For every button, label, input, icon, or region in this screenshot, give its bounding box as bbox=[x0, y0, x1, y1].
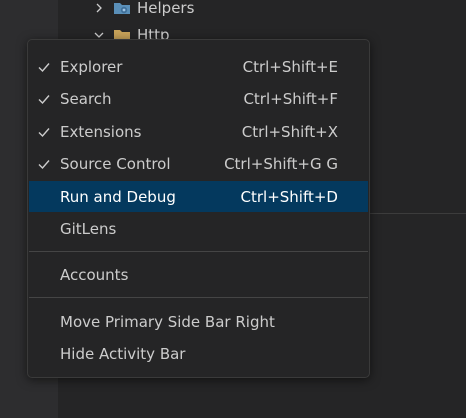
menu-item-label: Source Control bbox=[60, 154, 171, 173]
menu-item-label: Accounts bbox=[60, 265, 129, 284]
menu-item-accounts[interactable]: Accounts bbox=[29, 259, 368, 290]
menu-item-label: Move Primary Side Bar Right bbox=[60, 312, 275, 331]
menu-item-search[interactable]: Search Ctrl+Shift+F bbox=[29, 83, 368, 114]
menu-item-label: Hide Activity Bar bbox=[60, 344, 186, 363]
menu-item-shortcut: Ctrl+Shift+F bbox=[243, 89, 338, 108]
menu-item-gitlens[interactable]: GitLens bbox=[29, 213, 368, 244]
check-icon bbox=[36, 91, 52, 107]
menu-separator bbox=[29, 297, 368, 298]
menu-item-label: Search bbox=[60, 89, 112, 108]
gear-folder-icon bbox=[113, 0, 131, 16]
menu-item-label: Run and Debug bbox=[60, 187, 176, 206]
menu-item-label: Extensions bbox=[60, 122, 142, 141]
menu-item-label: Explorer bbox=[60, 57, 123, 76]
menu-item-run-and-debug[interactable]: Run and Debug Ctrl+Shift+D bbox=[29, 181, 368, 212]
menu-item-source-control[interactable]: Source Control Ctrl+Shift+G G bbox=[29, 148, 368, 179]
check-icon bbox=[36, 124, 52, 140]
menu-item-move-primary-side-bar-right[interactable]: Move Primary Side Bar Right bbox=[29, 306, 368, 337]
menu-item-extensions[interactable]: Extensions Ctrl+Shift+X bbox=[29, 116, 368, 147]
check-icon bbox=[36, 59, 52, 75]
menu-item-shortcut: Ctrl+Shift+D bbox=[240, 187, 338, 206]
menu-separator bbox=[29, 251, 368, 252]
menu-item-explorer[interactable]: Explorer Ctrl+Shift+E bbox=[29, 51, 368, 82]
tree-item-label: Helpers bbox=[137, 0, 195, 17]
menu-item-shortcut: Ctrl+Shift+G G bbox=[224, 154, 338, 173]
menu-item-hide-activity-bar[interactable]: Hide Activity Bar bbox=[29, 338, 368, 369]
menu-item-shortcut: Ctrl+Shift+X bbox=[241, 122, 338, 141]
chevron-right-icon bbox=[91, 0, 107, 16]
tree-item-helpers[interactable]: Helpers bbox=[91, 0, 194, 19]
activity-bar-context-menu: Explorer Ctrl+Shift+E Search Ctrl+Shift+… bbox=[27, 39, 370, 378]
menu-item-label: GitLens bbox=[60, 219, 117, 238]
menu-item-shortcut: Ctrl+Shift+E bbox=[242, 57, 338, 76]
check-icon bbox=[36, 156, 52, 172]
